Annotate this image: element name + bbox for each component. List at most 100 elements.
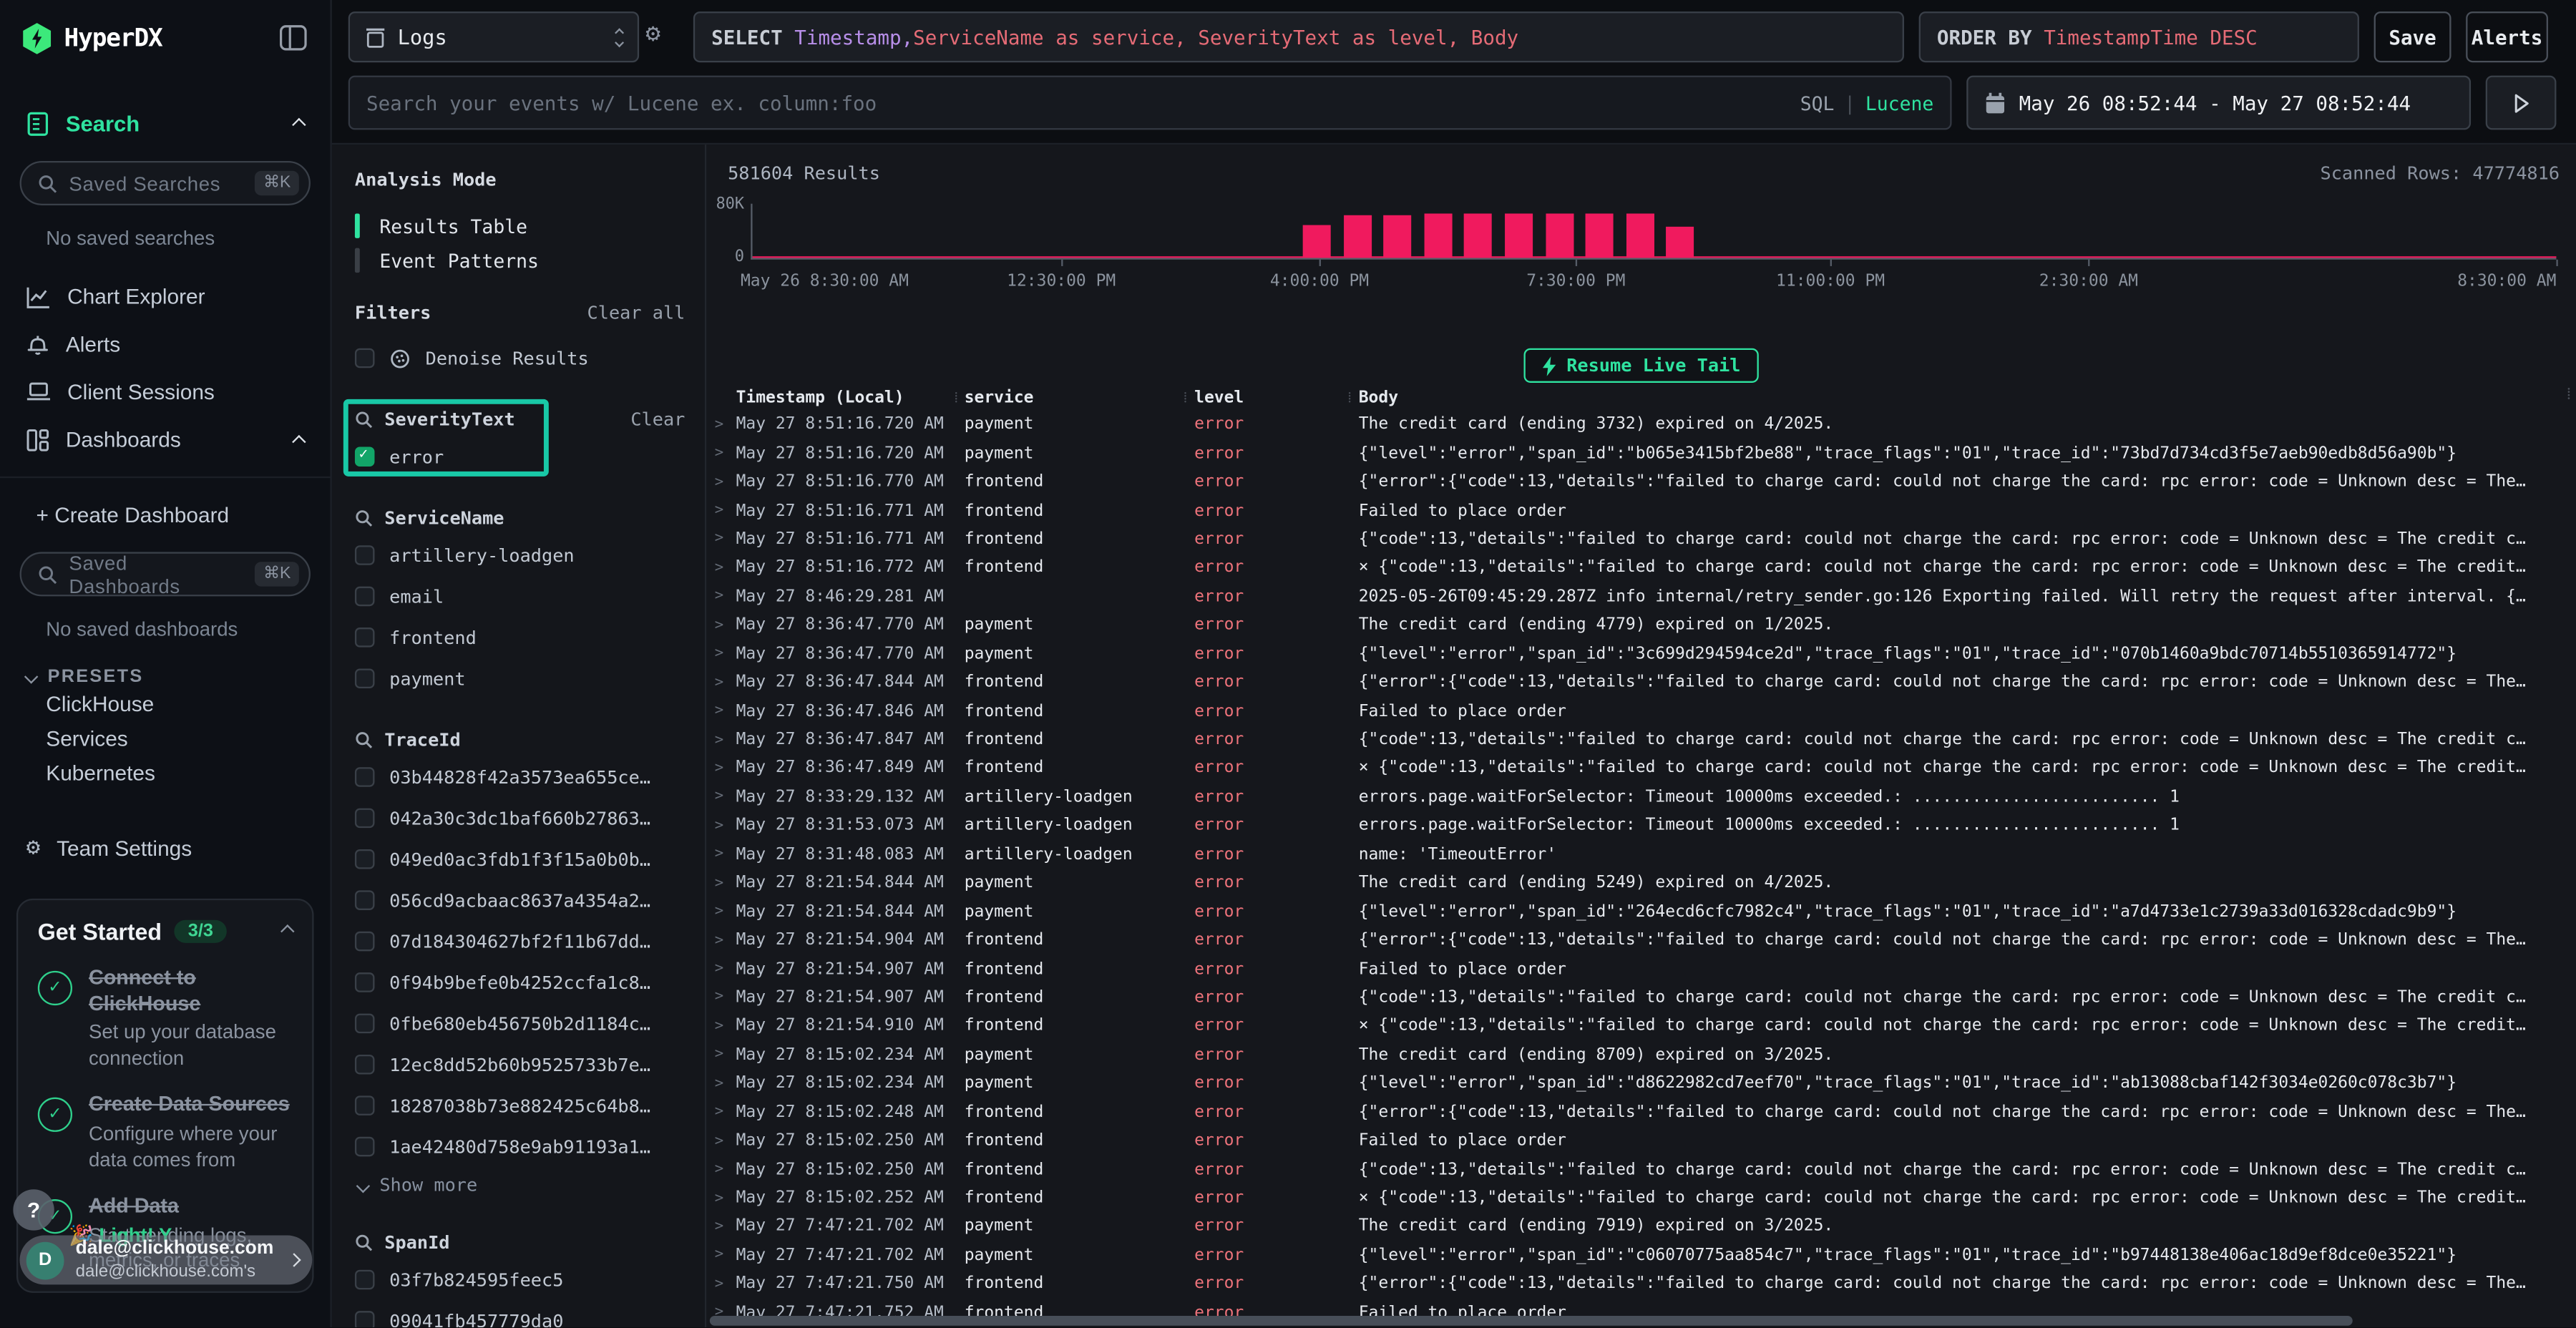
expand-chevron-icon[interactable]: > [706,761,736,777]
get-started-item[interactable]: Create Data Sources Configure where your… [38,1093,293,1173]
traceid-show-more[interactable]: Show more [358,1175,686,1196]
sidebar-item-team-settings[interactable]: ⚙ Team Settings [0,826,330,869]
table-row[interactable]: > May 27 8:31:53.073 AM artillery-loadge… [706,811,2576,840]
table-row[interactable]: > May 27 8:33:29.132 AM artillery-loadge… [706,783,2576,811]
column-resize-handle[interactable]: ⁞ [1176,389,1194,406]
source-settings-gear-icon[interactable]: ⚙ [645,18,660,47]
expand-chevron-icon[interactable]: > [706,1104,736,1120]
sidebar-item-search[interactable]: Search [0,102,330,145]
mode-event-patterns[interactable]: Event Patterns [355,243,685,278]
sidebar-collapse-icon[interactable] [279,24,307,51]
col-header-timestamp[interactable]: Timestamp (Local) [736,389,948,406]
table-row[interactable]: > May 27 8:51:16.771 AM frontend error F… [706,497,2576,525]
expand-chevron-icon[interactable]: > [706,1248,736,1264]
filter-option[interactable]: 03f7b824595feec5 [355,1265,685,1294]
checkbox[interactable] [355,1137,375,1157]
chevron-up-icon[interactable] [294,109,304,138]
filter-option[interactable]: payment [355,664,685,693]
checkbox[interactable] [355,890,375,910]
expand-chevron-icon[interactable]: > [706,961,736,977]
filter-option[interactable]: 18287038b73e882425c64b8… [355,1090,685,1120]
checkbox[interactable] [355,628,375,648]
expand-chevron-icon[interactable]: > [706,675,736,691]
filter-option[interactable]: 03b44828f42a3573ea655ce… [355,762,685,791]
severity-clear-button[interactable]: Clear [630,409,685,431]
expand-chevron-icon[interactable]: > [706,1190,736,1206]
column-resize-handle[interactable]: ⁞ [1340,389,1358,406]
checkbox[interactable] [355,545,375,565]
expand-chevron-icon[interactable]: > [706,1018,736,1035]
event-search-bar[interactable]: SQL | Lucene [348,76,1952,130]
table-row[interactable]: > May 27 8:15:02.234 AM payment error Th… [706,1041,2576,1070]
filter-option[interactable]: 042a30c3dc1baf660b27863… [355,804,685,833]
expand-chevron-icon[interactable]: > [706,1161,736,1178]
table-row[interactable]: > May 27 8:51:16.770 AM frontend error {… [706,468,2576,497]
table-row[interactable]: > May 27 8:15:02.250 AM frontend error {… [706,1156,2576,1184]
chevron-up-icon[interactable] [294,424,304,454]
order-by-input[interactable]: ORDER BY TimestampTime DESC [1919,11,2359,62]
search-icon[interactable] [355,731,373,749]
table-row[interactable]: > May 27 8:51:16.772 AM frontend error ×… [706,554,2576,582]
mode-results-table[interactable]: Results Table [355,209,685,243]
expand-chevron-icon[interactable]: > [706,990,736,1006]
expand-chevron-icon[interactable]: > [706,446,736,462]
table-row[interactable]: > May 27 8:21:54.907 AM frontend error {… [706,984,2576,1012]
denoise-checkbox[interactable] [355,348,375,368]
sidebar-item-alerts[interactable]: Alerts [0,321,330,368]
expand-chevron-icon[interactable]: > [706,1276,736,1293]
search-mode-lucene[interactable]: Lucene [1865,91,1933,114]
search-input[interactable] [366,91,1800,114]
table-row[interactable]: > May 27 8:21:54.910 AM frontend error ×… [706,1012,2576,1041]
checkbox[interactable] [355,1270,375,1290]
filter-option[interactable]: 056cd9acbaac8637a4354a2… [355,886,685,915]
user-account-chip[interactable]: D dale@clickhouse.com dale@clickhouse.co… [20,1236,313,1285]
table-row[interactable]: > May 27 8:21:54.844 AM payment error Th… [706,869,2576,898]
table-row[interactable]: > May 27 8:15:02.248 AM frontend error {… [706,1098,2576,1127]
table-row[interactable]: > May 27 7:47:21.702 AM payment error {"… [706,1241,2576,1270]
expand-chevron-icon[interactable]: > [706,789,736,806]
checkbox[interactable] [355,587,375,607]
filter-option[interactable]: 09041fb457779da0 [355,1306,685,1327]
create-dashboard-button[interactable]: + Create Dashboard [0,493,330,536]
get-started-header[interactable]: Get Started 3/3 [38,918,293,944]
col-header-service[interactable]: service [965,389,1176,406]
histogram-plot[interactable] [751,204,2556,260]
filter-option[interactable]: email [355,582,685,611]
clear-all-button[interactable]: Clear all [587,302,686,323]
saved-dashboards-input[interactable]: Saved Dashboards ⌘K [20,552,311,596]
expand-chevron-icon[interactable]: > [706,1133,736,1149]
denoise-results-row[interactable]: Denoise Results [355,343,685,373]
checkbox[interactable] [355,809,375,829]
table-row[interactable]: > May 27 7:47:21.702 AM payment error Th… [706,1213,2576,1241]
checkbox[interactable] [355,1311,375,1327]
expand-chevron-icon[interactable]: > [706,617,736,634]
select-columns-input[interactable]: SELECT Timestamp, ServiceName as service… [693,11,1904,62]
sidebar-item-chart-explorer[interactable]: Chart Explorer [0,273,330,321]
save-button[interactable]: Save [2374,11,2451,62]
expand-chevron-icon[interactable]: > [706,904,736,920]
table-options-icon[interactable]: ⁞ [2567,386,2571,404]
checkbox[interactable] [355,767,375,787]
checkbox[interactable] [355,972,375,992]
preset-item[interactable]: Kubernetes [46,756,330,790]
table-row[interactable]: > May 27 8:36:47.846 AM frontend error F… [706,697,2576,726]
table-row[interactable]: > May 27 8:36:47.844 AM frontend error {… [706,668,2576,697]
table-row[interactable]: > May 27 8:21:54.844 AM payment error {"… [706,898,2576,927]
date-range-picker[interactable]: May 26 08:52:44 - May 27 08:52:44 [1966,76,2471,130]
filter-option[interactable]: 0f94b9befe0b4252ccfa1c8… [355,967,685,997]
checkbox[interactable] [355,932,375,952]
table-row[interactable]: > May 27 8:31:48.083 AM artillery-loadge… [706,841,2576,869]
expand-chevron-icon[interactable]: > [706,503,736,519]
table-row[interactable]: > May 27 8:51:16.720 AM payment error {"… [706,439,2576,468]
search-mode-sql[interactable]: SQL [1800,91,1835,114]
checkbox[interactable] [355,1014,375,1034]
sidebar-item-client-sessions[interactable]: Client Sessions [0,368,330,416]
run-query-button[interactable] [2486,76,2557,130]
expand-chevron-icon[interactable]: > [706,818,736,834]
expand-chevron-icon[interactable]: > [706,703,736,720]
checked-checkbox[interactable] [355,446,375,467]
table-row[interactable]: > May 27 8:51:16.720 AM payment error Th… [706,411,2576,439]
filter-option-error[interactable]: error [355,442,685,472]
expand-chevron-icon[interactable]: > [706,846,736,863]
source-select[interactable]: Logs [348,11,639,62]
